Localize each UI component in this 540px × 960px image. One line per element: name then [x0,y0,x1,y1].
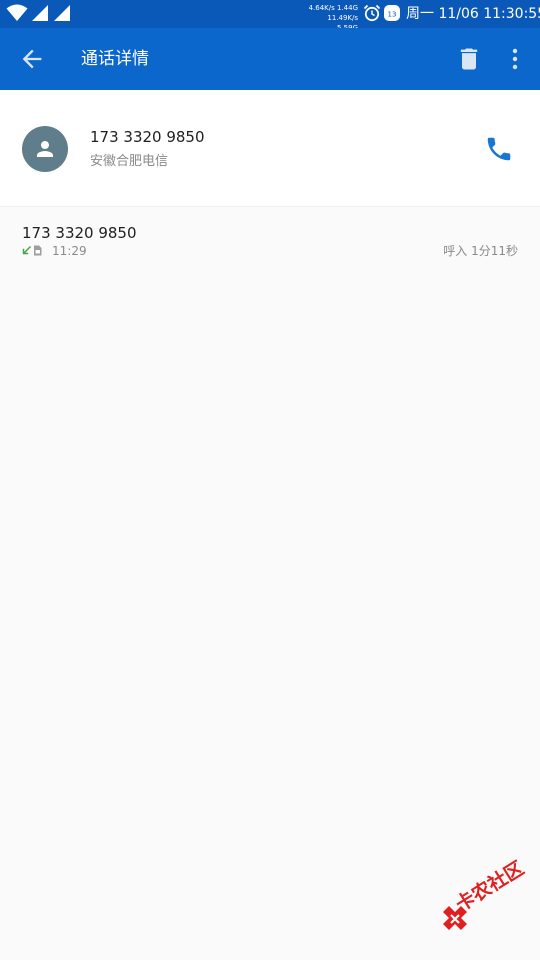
wifi-icon [6,4,28,21]
back-button[interactable] [18,45,46,73]
avatar[interactable] [22,126,68,172]
trash-icon [460,48,478,70]
status-clock: 周一 11/06 11:30:55 [406,6,540,22]
watermark-text: 卡农社区 [451,857,528,917]
alarm-icon [363,4,381,22]
notification-badge-count: 13 [388,11,397,19]
person-icon [37,141,53,157]
app-bar: 通话详情 [0,28,540,90]
sim-card-icon [34,245,42,256]
page-title: 通话详情 [81,49,149,69]
contact-card: 173 3320 9850 安徽合肥电信 [0,90,540,206]
call-log-number: 173 3320 9850 [22,224,137,242]
more-options-button[interactable] [503,45,527,73]
watermark: 卡农社区 [438,857,534,944]
status-bar: 4.64K/s 1.44G 11.49K/s 5.59G 13 周一 11/06… [0,0,540,32]
arrow-left-icon [22,49,42,69]
contact-location: 安徽合肥电信 [90,154,169,169]
call-log-time: 11:29 [52,244,87,258]
notification-badge-icon: 13 [384,5,400,21]
delete-button[interactable] [455,45,483,73]
signal-icon [54,5,70,21]
call-log-item[interactable]: 173 3320 9850 11:29 呼入 1分11秒 [0,214,540,270]
signal-icon [32,5,48,21]
call-log-duration: 呼入 1分11秒 [443,244,518,258]
contact-number: 173 3320 9850 [90,128,205,146]
phone-icon [487,137,511,161]
call-received-icon [22,246,31,255]
more-vert-icon [512,48,518,70]
network-speed-up: 4.64K/s 1.44G [308,4,358,12]
call-button[interactable] [484,134,514,164]
